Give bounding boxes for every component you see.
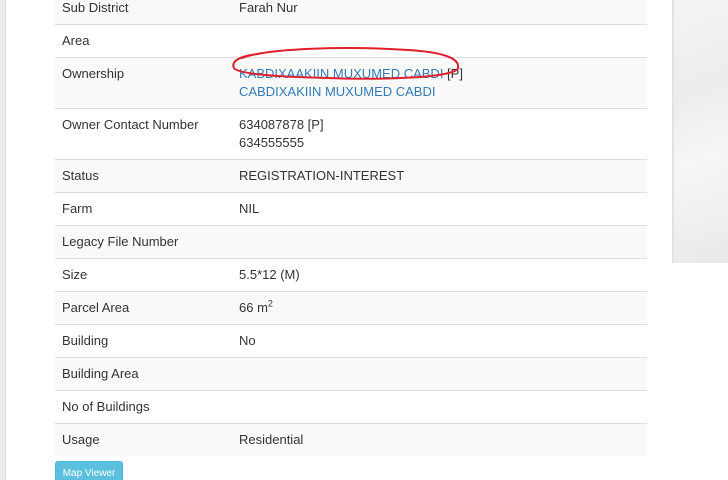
table-row-size: Size 5.5*12 (M) (55, 258, 647, 292)
side-image-panel (672, 0, 728, 263)
table-row-status: Status REGISTRATION-INTEREST (55, 159, 647, 193)
row-value (232, 357, 647, 391)
table-row-ownership: Ownership KABDIXAAKIIN MUXUMED CABDI [P]… (55, 57, 647, 109)
table-row-owner-contact: Owner Contact Number 634087878 [P] 63455… (55, 108, 647, 160)
table-row-building-area: Building Area (55, 357, 647, 391)
row-value: REGISTRATION-INTEREST (232, 159, 647, 193)
row-value: No (232, 324, 647, 358)
row-label: Usage (55, 423, 232, 456)
row-value: 66 m2 (232, 291, 647, 325)
left-border-line (5, 0, 6, 480)
row-label: Parcel Area (55, 291, 232, 325)
table-row-sub-district: Sub District Farah Nur (55, 0, 647, 25)
parcel-area-value: 66 m (239, 300, 268, 315)
row-label: Building (55, 324, 232, 358)
row-value: 5.5*12 (M) (232, 258, 647, 292)
row-value: 634087878 [P] 634555555 (232, 108, 647, 160)
row-value (232, 390, 647, 424)
row-label: No of Buildings (55, 390, 232, 424)
primary-tag: [P] (443, 66, 463, 81)
map-viewer-button[interactable]: Map Viewer (55, 461, 123, 480)
row-label: Farm (55, 192, 232, 226)
row-label: Size (55, 258, 232, 292)
phone-secondary: 634555555 (239, 135, 305, 150)
row-label: Status (55, 159, 232, 193)
table-row-building: Building No (55, 324, 647, 358)
row-value: Farah Nur (232, 0, 647, 25)
row-label: Ownership (55, 57, 232, 109)
parcel-details-table: Sub District Farah Nur Area Ownership KA… (55, 0, 647, 456)
phone-primary: 634087878 [P] (239, 117, 324, 132)
row-label: Legacy File Number (55, 225, 232, 259)
owner-link-primary[interactable]: KABDIXAAKIIN MUXUMED CABDI (239, 66, 443, 81)
row-value (232, 225, 647, 259)
table-row-no-of-buildings: No of Buildings (55, 390, 647, 424)
owner-link-secondary[interactable]: CABDIXAKIIN MUXUMED CABDI (239, 83, 640, 101)
table-row-usage: Usage Residential (55, 423, 647, 456)
table-row-parcel-area: Parcel Area 66 m2 (55, 291, 647, 325)
row-value: NIL (232, 192, 647, 226)
row-label: Owner Contact Number (55, 108, 232, 160)
table-row-area: Area (55, 24, 647, 58)
owner-line-primary: KABDIXAAKIIN MUXUMED CABDI [P] (239, 65, 640, 83)
row-label: Building Area (55, 357, 232, 391)
row-value (232, 24, 647, 58)
table-row-legacy-file-number: Legacy File Number (55, 225, 647, 259)
row-value: KABDIXAAKIIN MUXUMED CABDI [P] CABDIXAKI… (232, 57, 647, 109)
row-label: Area (55, 24, 232, 58)
table-row-farm: Farm NIL (55, 192, 647, 226)
row-value: Residential (232, 423, 647, 456)
unit-superscript: 2 (267, 298, 273, 309)
row-label: Sub District (55, 0, 232, 25)
